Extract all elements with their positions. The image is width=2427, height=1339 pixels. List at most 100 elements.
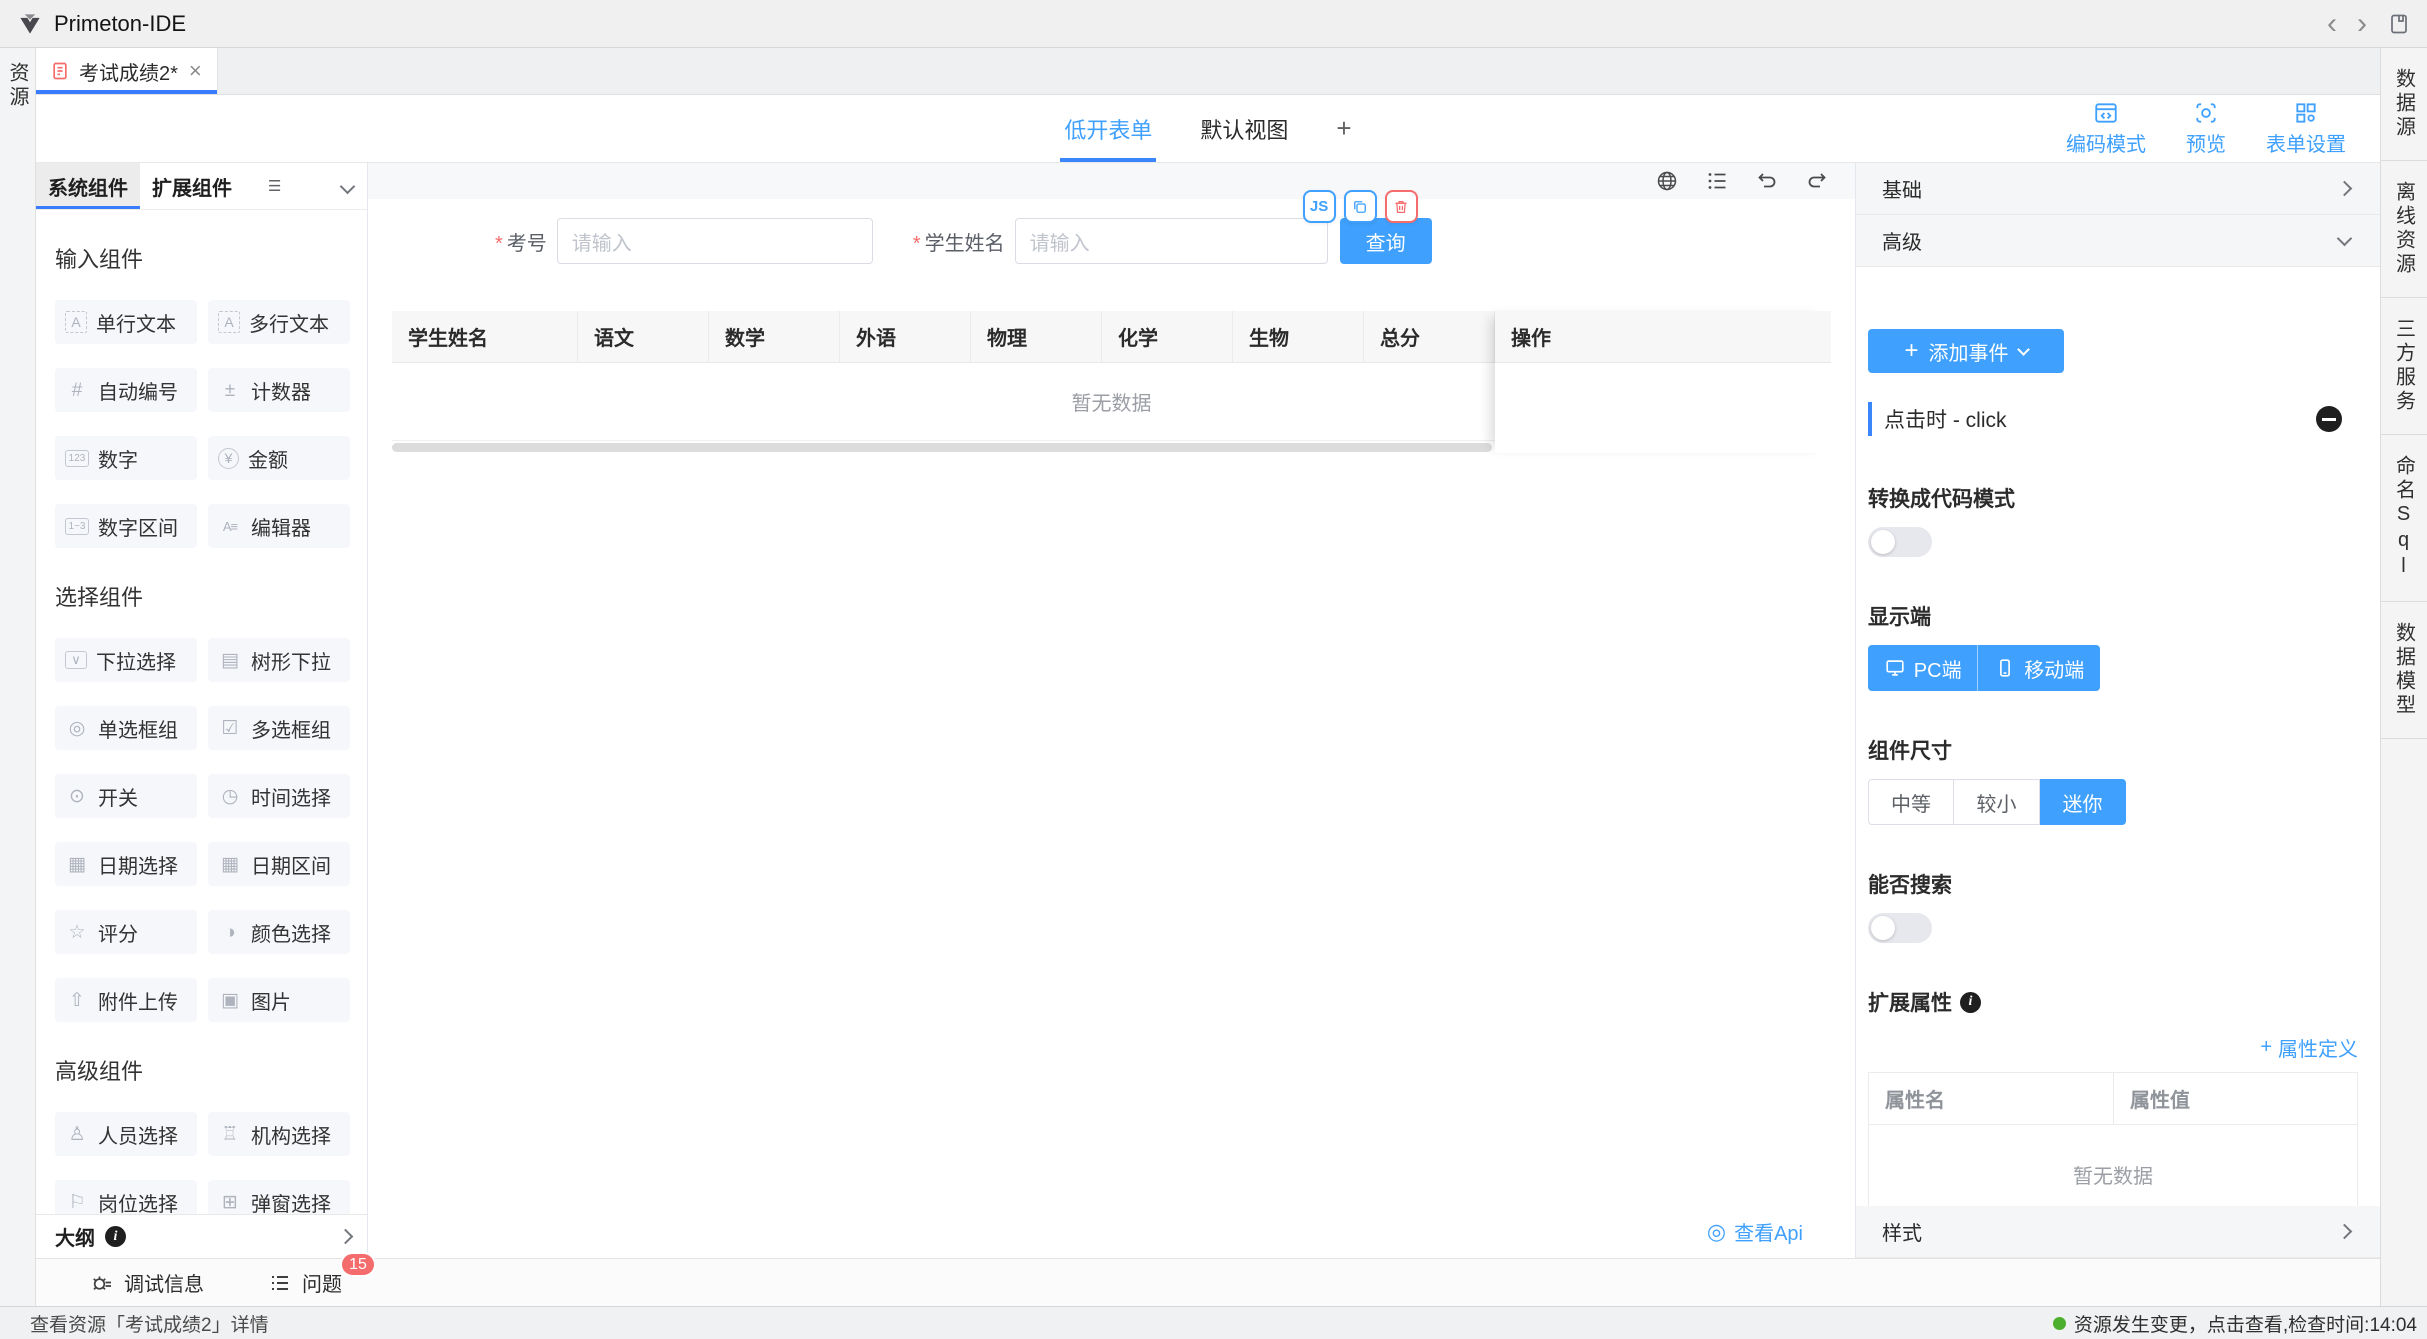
table-column-header: 外语 [840, 311, 971, 362]
save-icon[interactable] [2387, 12, 2411, 36]
upload-icon: ⇧ [65, 991, 89, 1010]
palette-item[interactable]: #自动编号 [55, 368, 197, 412]
document-tab[interactable]: 考试成绩2* × [36, 48, 218, 94]
design-canvas[interactable]: *考号 请输入 *学生姓名 请输入 查询 JS [368, 163, 1855, 1258]
palette-item[interactable]: ⇧附件上传 [55, 978, 197, 1022]
status-left-text[interactable]: 查看资源「考试成绩2」详情 [30, 1310, 269, 1337]
image-icon: ▣ [218, 991, 242, 1010]
palette-tab[interactable]: 扩展组件 [140, 163, 244, 209]
palette-menu-icon[interactable]: ☰ [268, 177, 281, 195]
right-rail-tab[interactable]: 数据模型 [2381, 602, 2427, 739]
palette-item[interactable]: ☆评分 [55, 910, 197, 954]
size-option[interactable]: 中等 [1868, 779, 1954, 825]
code-mode-toggle-label: 转换成代码模式 [1868, 483, 2358, 513]
info-icon: i [1960, 992, 1981, 1013]
js-action-icon[interactable]: JS [1303, 190, 1336, 223]
palette-item[interactable]: ☑多选框组 [208, 706, 350, 750]
status-bar: 查看资源「考试成绩2」详情 资源发生变更，点击查看,检查时间:14:04 [0, 1306, 2427, 1339]
palette-item[interactable]: 123数字 [55, 436, 197, 480]
palette-item[interactable]: ▤树形下拉 [208, 638, 350, 682]
searchable-toggle[interactable] [1868, 913, 1932, 943]
code-mode-button[interactable]: 编码模式 [2066, 100, 2146, 157]
section-style[interactable]: 样式 [1856, 1206, 2380, 1258]
exam-no-input[interactable]: 请输入 [557, 218, 873, 264]
palette-tab[interactable]: 系统组件 [36, 163, 140, 209]
student-name-input[interactable]: 请输入 [1015, 218, 1328, 264]
outline-tree-icon[interactable] [1705, 169, 1729, 193]
event-item-row[interactable]: 点击时 - click [1868, 399, 2358, 439]
remove-event-icon[interactable] [2316, 406, 2342, 432]
right-rail-tab[interactable]: 数据源 [2381, 48, 2427, 161]
add-view-tab-button[interactable]: + [1336, 95, 1351, 162]
undo-icon[interactable] [1755, 169, 1779, 193]
palette-item[interactable]: ±计数器 [208, 368, 350, 412]
code-mode-label: 编码模式 [2066, 128, 2146, 157]
mobile-side-button[interactable]: 移动端 [1977, 645, 2100, 691]
palette-item[interactable]: ▣图片 [208, 978, 350, 1022]
section-style-label: 样式 [1882, 1217, 1922, 1246]
app-title: Primeton-IDE [54, 11, 186, 37]
size-option[interactable]: 较小 [1954, 779, 2040, 825]
palette-item-label: 金额 [248, 444, 288, 473]
scrollbar-thumb[interactable] [392, 443, 1492, 452]
outline-footer[interactable]: 大纲 i [36, 1214, 367, 1258]
palette-item-label: 弹窗选择 [251, 1188, 331, 1215]
section-basic[interactable]: 基础 [1856, 163, 2380, 215]
palette-item[interactable]: ◷时间选择 [208, 774, 350, 818]
palette-header: 系统组件扩展组件 ☰ [36, 163, 367, 210]
main-area: 资源 考试成绩2* × 低开表单默认视图 + 编码模式 [0, 48, 2427, 1306]
palette-item[interactable]: ▦日期区间 [208, 842, 350, 886]
palette-item[interactable]: ⚐岗位选择 [55, 1180, 197, 1214]
results-table[interactable]: 学生姓名语文数学外语物理化学生物总分 暂无数据 操作 [392, 311, 1831, 453]
palette-item[interactable]: ¥金额 [208, 436, 350, 480]
palette-item[interactable]: ◑颜色选择 [208, 910, 350, 954]
palette-item[interactable]: ◎单选框组 [55, 706, 197, 750]
right-rail-tab[interactable]: 命名Sql [2381, 435, 2427, 602]
search-button[interactable]: 查询 [1340, 218, 1432, 264]
nav-forward-icon[interactable]: › [2357, 12, 2367, 36]
view-tab[interactable]: 默认视图 [1200, 95, 1288, 162]
palette-item[interactable]: ▦日期选择 [55, 842, 197, 886]
right-rail-tab[interactable]: 三方服务 [2381, 298, 2427, 435]
palette-item[interactable]: ♖机构选择 [208, 1112, 350, 1156]
primeton-ide-window: Primeton-IDE ‹ › 资源 考试成绩2* × 低开表单默认视图 + [0, 0, 2427, 1339]
copy-icon[interactable] [1344, 190, 1377, 223]
view-tab[interactable]: 低开表单 [1064, 95, 1152, 162]
issues-button[interactable]: 问题 15 [268, 1268, 342, 1297]
prop-define-link[interactable]: +属性定义 [2260, 1033, 2358, 1062]
section-advanced[interactable]: 高级 [1856, 215, 2380, 267]
delete-icon[interactable] [1385, 190, 1418, 223]
code-window-icon [2093, 100, 2119, 126]
palette-item[interactable]: ♙人员选择 [55, 1112, 197, 1156]
status-right[interactable]: 资源发生变更，点击查看,检查时间:14:04 [2053, 1310, 2417, 1337]
palette-item[interactable]: ⊞弹窗选择 [208, 1180, 350, 1214]
palette-item[interactable]: ∨下拉选择 [55, 638, 197, 682]
palette-item[interactable]: A多行文本 [208, 300, 350, 344]
redo-icon[interactable] [1805, 169, 1829, 193]
right-rail-tab[interactable]: 离线资源 [2381, 161, 2427, 298]
nav-back-icon[interactable]: ‹ [2327, 12, 2337, 36]
add-event-button[interactable]: + 添加事件 [1868, 329, 2064, 373]
pc-side-button[interactable]: PC端 [1868, 645, 1977, 691]
form-settings-button[interactable]: 表单设置 [2266, 100, 2346, 157]
debug-info-button[interactable]: 调试信息 [90, 1268, 204, 1297]
preview-button[interactable]: 预览 [2186, 100, 2226, 157]
document-tab-label: 考试成绩2* [79, 57, 178, 86]
code-mode-toggle[interactable] [1868, 527, 1932, 557]
palette-grid: ∨下拉选择▤树形下拉◎单选框组☑多选框组⊙开关◷时间选择▦日期选择▦日期区间☆评… [55, 638, 349, 1022]
resources-rail-tab[interactable]: 资源 [3, 62, 32, 1306]
issues-list-icon [268, 1271, 292, 1295]
size-option[interactable]: 迷你 [2040, 779, 2126, 825]
selection-toolbar: JS [1303, 190, 1418, 223]
palette-item[interactable]: ⊙开关 [55, 774, 197, 818]
palette-item[interactable]: 1~3数字区间 [55, 504, 197, 548]
chevron-right-icon [2337, 181, 2353, 197]
close-tab-icon[interactable]: × [189, 61, 202, 81]
toggle-knob [1871, 530, 1895, 554]
app-logo-icon [16, 10, 44, 38]
palette-collapse-icon[interactable] [342, 175, 353, 198]
palette-item[interactable]: A单行文本 [55, 300, 197, 344]
globe-icon[interactable] [1655, 169, 1679, 193]
palette-item[interactable]: A≡编辑器 [208, 504, 350, 548]
view-api-link[interactable]: ◎ 查看Api [1707, 1217, 1803, 1246]
